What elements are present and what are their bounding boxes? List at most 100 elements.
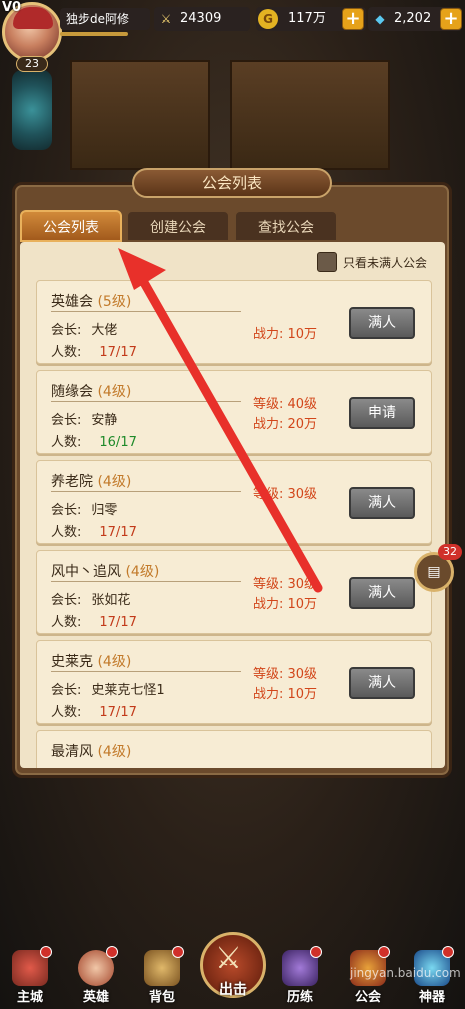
nav-label: 神器 [418, 990, 445, 1005]
chat-icon: ▤ [427, 564, 441, 580]
guild-card[interactable]: 史莱克 (4级) 会长: 史莱克七怪1 人数: 17/17 等级: 30级 战力: … [36, 640, 432, 724]
watermark: jingyan.baidu.com [350, 966, 461, 980]
nav-label: 英雄 [82, 990, 109, 1005]
notification-dot [310, 946, 322, 958]
add-gold-button[interactable]: + [342, 8, 364, 30]
notification-dot [172, 946, 184, 958]
notification-dot [40, 946, 52, 958]
divider [51, 581, 241, 582]
member-count: 16/17 [99, 435, 137, 450]
nav-hero[interactable]: 英雄 [68, 946, 124, 1009]
guild-full-button[interactable]: 满人 [349, 667, 415, 699]
leader-name: 大佬 [91, 323, 118, 338]
experience-bar [60, 32, 128, 36]
sword-icon: ⚔ [160, 12, 172, 26]
filter-not-full[interactable]: 只看未满人公会 [316, 252, 427, 272]
guild-full-button[interactable]: 满人 [349, 307, 415, 339]
guild-name: 风中丶追风 [51, 564, 121, 580]
nav-label: 背包 [148, 990, 175, 1005]
divider [51, 401, 241, 402]
guild-card[interactable]: 随缘会 (4级) 会长: 安静 人数: 16/17 等级: 40级 战力: 20万 … [36, 370, 432, 454]
guild-power: 战力: 10万 [253, 327, 318, 342]
filter-label: 只看未满人公会 [342, 255, 427, 270]
leader-label: 会长: [51, 413, 82, 428]
divider [51, 311, 241, 312]
leader-label: 会长: [51, 593, 82, 608]
guild-level: (4级) [97, 474, 132, 490]
guild-level-stat: 等级: 40级 [253, 397, 318, 412]
members-label: 人数: [51, 705, 82, 720]
members-label: 人数: [51, 435, 82, 450]
top-bar: V0 23 独步de阿修 ⚔ 24309 G 117万 + ◆ 2,202 + [0, 0, 465, 72]
guild-level-stat: 等级: 30级 [253, 487, 318, 502]
guild-apply-button[interactable]: 申请 [349, 397, 415, 429]
member-count: 17/17 [99, 525, 137, 540]
guild-level-stat: 等级: 30级 [253, 577, 318, 592]
guild-full-button[interactable]: 满人 [349, 577, 415, 609]
panel-title: 公会列表 [132, 168, 332, 198]
members-label: 人数: [51, 345, 82, 360]
member-count: 17/17 [99, 615, 137, 630]
nav-label: 主城 [16, 990, 43, 1005]
leader-name: 史莱克七怪1 [91, 683, 165, 698]
coin-icon: G [258, 9, 278, 29]
notification-dot [442, 946, 454, 958]
nav-bag[interactable]: 背包 [134, 946, 190, 1009]
add-gems-button[interactable]: + [440, 8, 462, 30]
guild-level-stat: 等级: 30级 [253, 667, 318, 682]
guild-name: 英雄会 [51, 294, 93, 310]
guild-name: 养老院 [51, 474, 93, 490]
nav-label: 公会 [354, 990, 381, 1005]
power-display: ⚔ 24309 [154, 7, 250, 31]
guild-name: 最清风 [51, 744, 93, 760]
nav-label: 历练 [286, 990, 313, 1005]
guild-level: (4级) [97, 384, 132, 400]
leader-name: 安静 [91, 413, 118, 428]
guild-name: 史莱克 [51, 654, 93, 670]
attack-label: 出击 [219, 982, 247, 998]
filter-checkbox[interactable] [316, 252, 337, 272]
leader-label: 会长: [51, 683, 82, 698]
guild-full-button[interactable]: 满人 [349, 487, 415, 519]
guild-card[interactable]: 风中丶追风 (4级) 会长: 张如花 人数: 17/17 等级: 30级 战力: 1… [36, 550, 432, 634]
crossed-swords-icon: ⚔ [215, 941, 242, 976]
chat-badge: 32 [438, 544, 462, 560]
guild-power: 战力: 10万 [253, 597, 318, 612]
guild-level: (4级) [97, 654, 132, 670]
member-count: 17/17 [99, 345, 137, 360]
divider [51, 671, 241, 672]
nav-training[interactable]: 历练 [272, 946, 328, 1009]
guild-power: 战力: 20万 [253, 417, 318, 432]
gem-display: ◆ 2,202 + [368, 7, 462, 31]
tab-create-guild[interactable]: 创建公会 [126, 210, 230, 242]
nav-main-city[interactable]: 主城 [2, 946, 58, 1009]
guild-card[interactable]: 英雄会 (5级) 会长: 大佬 人数: 17/17 战力: 10万 满人 [36, 280, 432, 364]
tab-guild-list[interactable]: 公会列表 [20, 210, 122, 242]
attack-button[interactable]: ⚔ 出击 [200, 932, 266, 998]
tab-search-guild[interactable]: 查找公会 [234, 210, 338, 242]
member-count: 17/17 [99, 705, 137, 720]
leader-label: 会长: [51, 503, 82, 518]
leader-label: 会长: [51, 323, 82, 338]
guild-level: (5级) [97, 294, 132, 310]
player-name: 独步de阿修 [60, 8, 150, 30]
background-bookshelf-right [230, 60, 390, 170]
notification-dot [378, 946, 390, 958]
divider [51, 491, 241, 492]
leader-name: 归零 [91, 503, 118, 518]
leader-name: 张如花 [91, 593, 131, 608]
vip-label: V0 [2, 0, 22, 15]
notification-dot [106, 946, 118, 958]
guild-name: 随缘会 [51, 384, 93, 400]
background-lamp [12, 70, 52, 150]
guild-card[interactable]: 最清风 (4级) [36, 730, 432, 768]
guild-level: (4级) [97, 744, 132, 760]
gold-display: G 117万 + [256, 7, 366, 31]
members-label: 人数: [51, 615, 82, 630]
guild-level: (4级) [125, 564, 160, 580]
guild-list[interactable]: 只看未满人公会 英雄会 (5级) 会长: 大佬 人数: 17/17 战力: 10万 … [20, 242, 445, 768]
background-bookshelf-left [70, 60, 210, 170]
gem-icon: ◆ [375, 12, 385, 26]
guild-card[interactable]: 养老院 (4级) 会长: 归零 人数: 17/17 等级: 30级 满人 [36, 460, 432, 544]
guild-power: 战力: 10万 [253, 687, 318, 702]
